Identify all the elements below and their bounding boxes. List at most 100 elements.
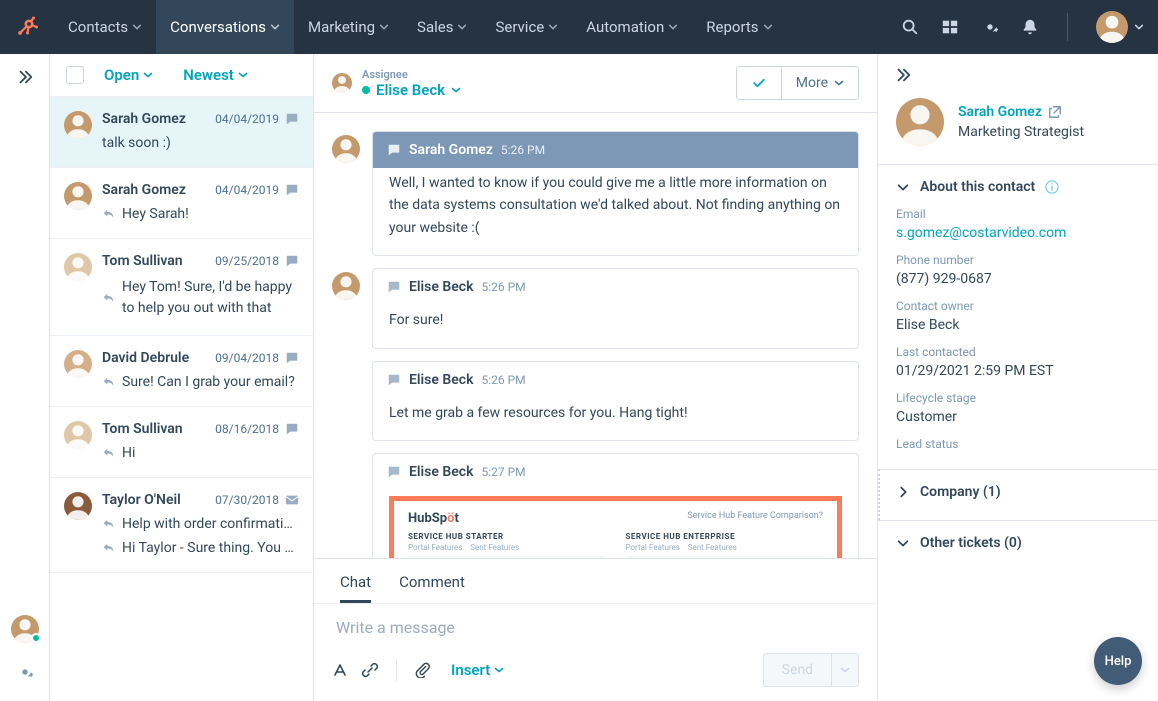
tab-chat[interactable]: Chat — [340, 559, 371, 603]
composer: Chat Comment Write a message Insert Send — [314, 558, 877, 701]
nav-conversations[interactable]: Conversations — [156, 0, 294, 54]
conversation-item[interactable]: Tom Sullivan 09/25/2018 Hey Tom! Sure, I… — [50, 239, 313, 336]
contact-name-link[interactable]: Sarah Gomez — [958, 104, 1084, 120]
tab-comment[interactable]: Comment — [399, 559, 465, 603]
info-icon[interactable] — [1045, 180, 1059, 194]
field-label-lead: Lead status — [896, 437, 1140, 451]
conversation-preview: Hey Sarah! — [122, 206, 189, 222]
assignee-dropdown[interactable]: Elise Beck — [362, 81, 461, 99]
main-nav: Contacts Conversations Marketing Sales S… — [54, 0, 787, 54]
company-toggle[interactable]: Company (1) — [896, 484, 1140, 500]
send-button[interactable]: Send — [763, 653, 831, 687]
chat-channel-icon — [285, 183, 299, 197]
account-avatar — [1096, 11, 1128, 43]
chat-channel-icon — [285, 112, 299, 126]
insert-link-icon[interactable] — [362, 662, 378, 678]
conversation-preview: Sure! Can I grab your email? — [122, 374, 295, 390]
conversation-preview: talk soon :) — [102, 135, 171, 151]
notifications-icon[interactable] — [1021, 18, 1039, 36]
chat-icon — [387, 143, 401, 157]
nav-sales[interactable]: Sales — [403, 0, 481, 54]
field-value-phone[interactable]: (877) 929-0687 — [896, 271, 1140, 287]
top-nav: Contacts Conversations Marketing Sales S… — [0, 0, 1158, 54]
conversation-avatar — [64, 253, 92, 281]
other-tickets-toggle[interactable]: Other tickets (0) — [896, 535, 1140, 551]
nav-reports[interactable]: Reports — [692, 0, 786, 54]
field-label-email: Email — [896, 207, 1140, 221]
conversation-list: Open Newest Sarah Gomez 04/04/2019 talk … — [50, 54, 314, 701]
conversation-date: 09/04/2018 — [215, 351, 279, 365]
account-menu[interactable] — [1096, 11, 1144, 43]
message-time: 5:26 PM — [482, 373, 526, 387]
conversation-date: 09/25/2018 — [215, 254, 279, 268]
message-input[interactable]: Write a message — [314, 604, 877, 645]
select-all-checkbox[interactable] — [66, 66, 84, 84]
marketplace-icon[interactable] — [941, 18, 959, 36]
send-options-button[interactable] — [831, 653, 859, 687]
nav-divider — [1067, 13, 1068, 41]
conversation-avatar — [64, 492, 92, 520]
message-avatar — [332, 135, 360, 163]
current-user-avatar[interactable] — [11, 615, 39, 643]
nav-service[interactable]: Service — [481, 0, 572, 54]
message-time: 5:27 PM — [482, 465, 526, 479]
conversation-item[interactable]: Sarah Gomez 04/04/2019 Hey Sarah! — [50, 168, 313, 239]
mark-done-button[interactable] — [736, 66, 781, 100]
collapse-sidebar-icon[interactable] — [878, 54, 1158, 96]
thread-pane: Assignee Elise Beck More Sarah Gomez 5:2… — [314, 54, 878, 701]
rail-settings-icon[interactable] — [16, 663, 34, 681]
conversation-name: Sarah Gomez — [102, 111, 215, 127]
message-sender: Elise Beck — [409, 464, 474, 480]
conversation-item[interactable]: Sarah Gomez 04/04/2019 talk soon :) — [50, 97, 313, 168]
conversation-date: 04/04/2019 — [215, 183, 279, 197]
message-time: 5:26 PM — [501, 143, 545, 157]
conversation-preview: Hey Tom! Sure, I'd be happy to help you … — [122, 277, 299, 319]
conversation-avatar — [64, 182, 92, 210]
left-rail — [0, 54, 50, 701]
search-icon[interactable] — [901, 18, 919, 36]
help-button[interactable]: Help — [1094, 637, 1142, 685]
conversation-date: 07/30/2018 — [215, 493, 279, 507]
message-row: Sarah Gomez 5:26 PM Well, I wanted to kn… — [332, 131, 859, 256]
conversation-name: Taylor O'Neil — [102, 492, 215, 508]
message-body: Let me grab a few resources for you. Han… — [373, 398, 858, 440]
attachment-icon[interactable] — [415, 662, 431, 678]
message-sender: Elise Beck — [409, 372, 474, 388]
field-value-stage[interactable]: Customer — [896, 409, 1140, 425]
field-value-email[interactable]: s.gomez@costarvideo.com — [896, 225, 1140, 241]
conversation-item[interactable]: David Debrule 09/04/2018 Sure! Can I gra… — [50, 336, 313, 407]
chat-icon — [387, 373, 401, 387]
nav-contacts[interactable]: Contacts — [54, 0, 156, 54]
message-sender: Sarah Gomez — [409, 142, 493, 158]
font-format-icon[interactable] — [332, 662, 348, 678]
chat-channel-icon — [285, 351, 299, 365]
hubspot-logo[interactable] — [14, 15, 38, 39]
external-link-icon — [1048, 105, 1062, 119]
message-row: Elise Beck 5:26 PM For sure! — [332, 268, 859, 348]
filter-open[interactable]: Open — [104, 66, 153, 84]
chat-icon — [387, 280, 401, 294]
field-label-phone: Phone number — [896, 253, 1140, 267]
conversation-date: 04/04/2019 — [215, 112, 279, 126]
conversation-item[interactable]: Taylor O'Neil 07/30/2018 Help with order… — [50, 478, 313, 573]
filter-newest[interactable]: Newest — [183, 66, 248, 84]
assignee-label: Assignee — [362, 68, 461, 81]
message-body: Well, I wanted to know if you could give… — [373, 168, 858, 255]
message-sender: Elise Beck — [409, 279, 474, 295]
conversation-name: Tom Sullivan — [102, 253, 215, 269]
conversation-item[interactable]: Tom Sullivan 08/16/2018 Hi — [50, 407, 313, 478]
settings-icon[interactable] — [981, 18, 999, 36]
toolbar-divider — [396, 659, 397, 681]
insert-dropdown[interactable]: Insert — [451, 661, 504, 679]
expand-rail-icon[interactable] — [16, 68, 34, 86]
message-attachment[interactable]: HubSpötService Hub Feature Comparison? S… — [389, 496, 842, 558]
more-actions-button[interactable]: More — [781, 66, 859, 100]
nav-marketing[interactable]: Marketing — [294, 0, 403, 54]
conversation-name: Tom Sullivan — [102, 421, 215, 437]
nav-automation[interactable]: Automation — [572, 0, 692, 54]
chat-icon — [387, 465, 401, 479]
about-contact-toggle[interactable]: About this contact — [896, 179, 1140, 195]
conversation-name: Sarah Gomez — [102, 182, 215, 198]
field-value-owner[interactable]: Elise Beck — [896, 317, 1140, 333]
conversation-avatar — [64, 421, 92, 449]
